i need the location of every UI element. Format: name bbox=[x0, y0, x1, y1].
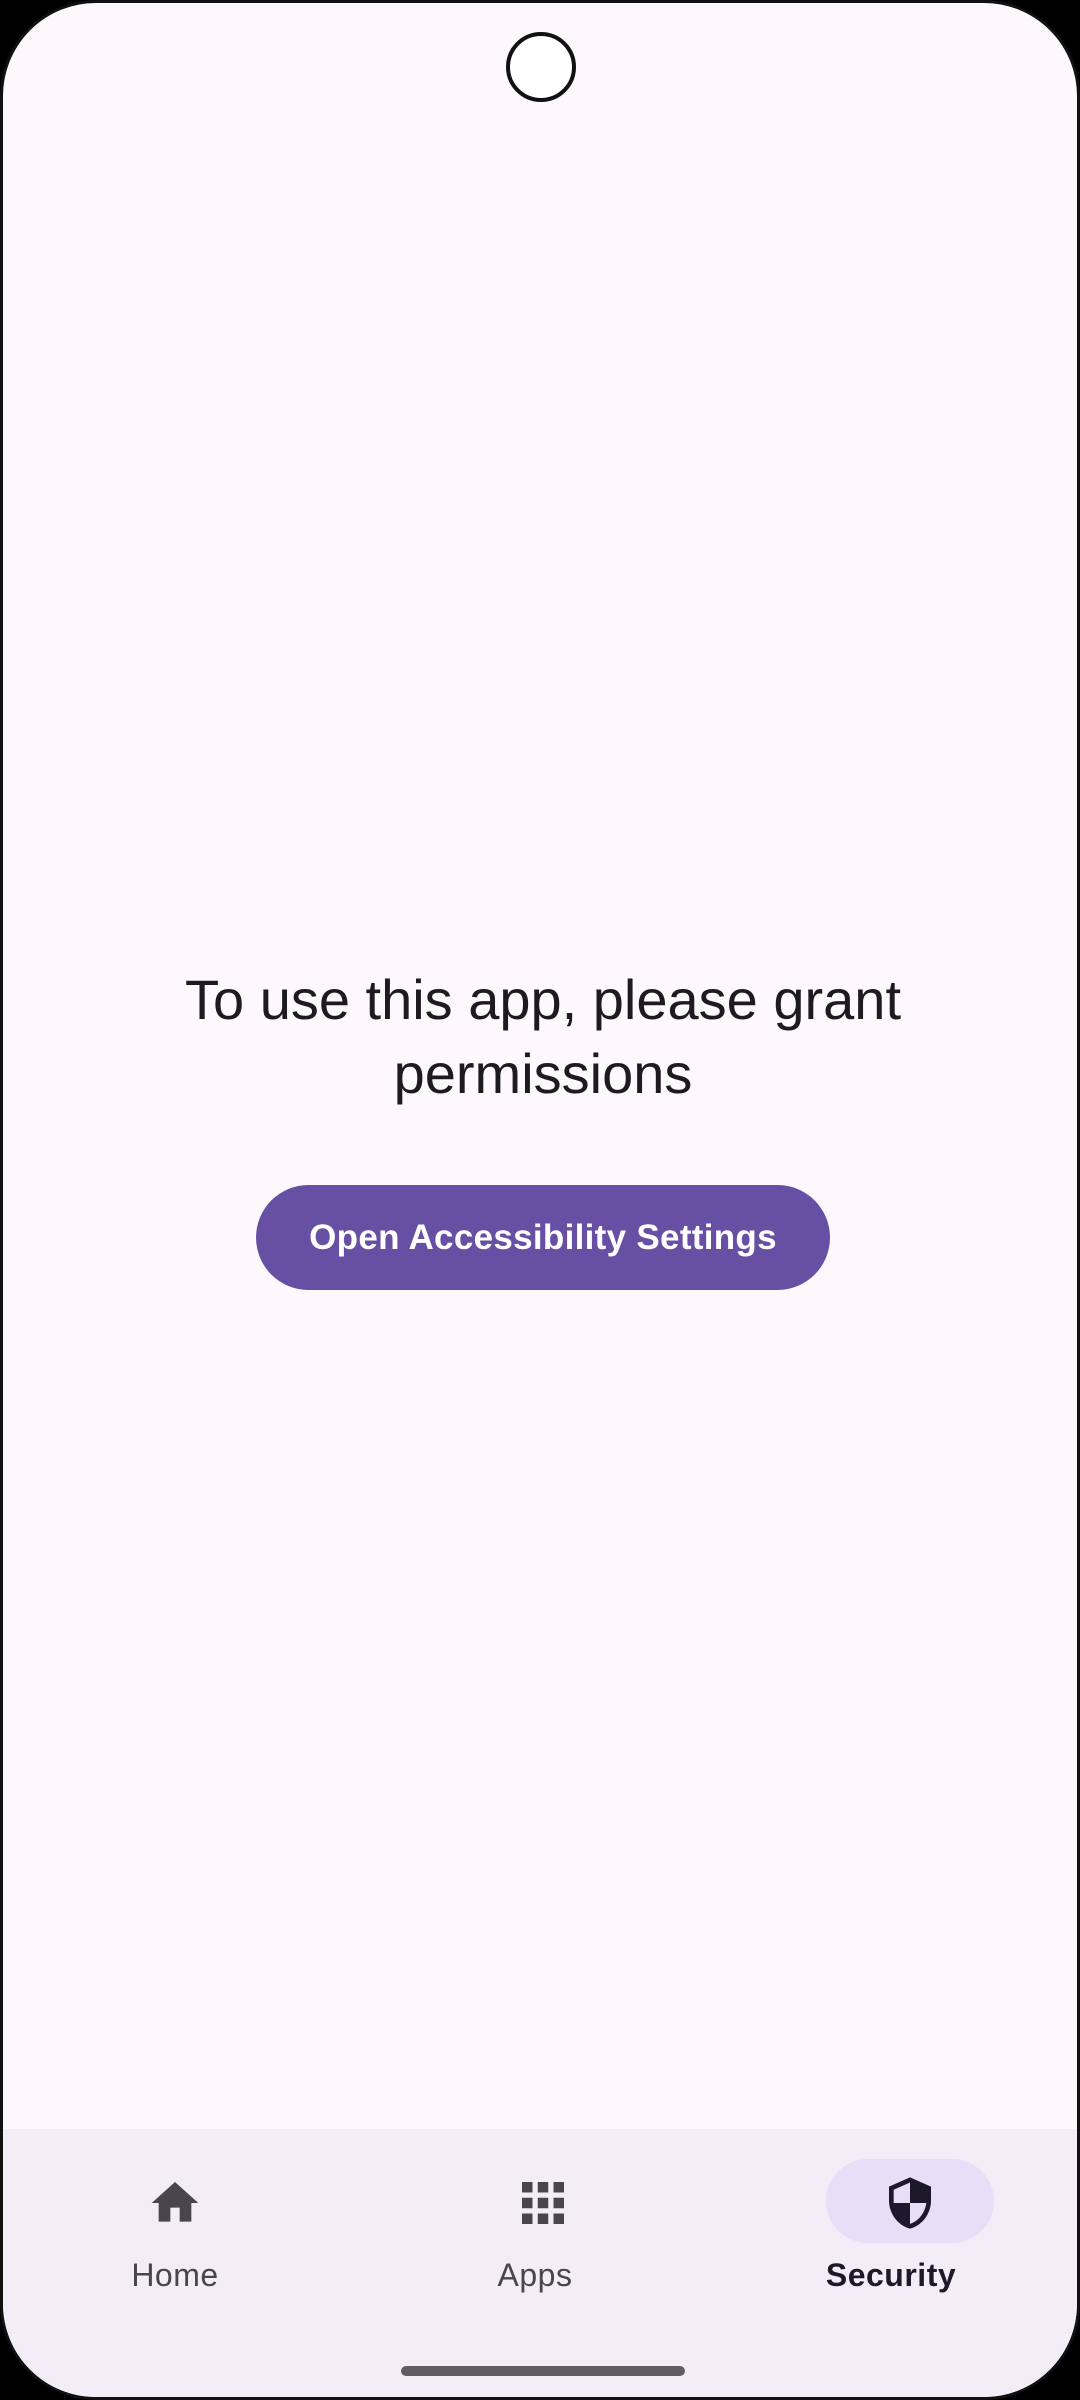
shield-icon bbox=[889, 2177, 931, 2229]
phone-screen: To use this app, please grant permission… bbox=[0, 0, 1080, 2400]
nav-label-security: Security bbox=[825, 2257, 957, 2293]
nav-label-home: Home bbox=[131, 2257, 219, 2293]
apps-grid-icon bbox=[522, 2182, 564, 2224]
nav-label-apps: Apps bbox=[497, 2257, 573, 2293]
gesture-home-indicator[interactable] bbox=[401, 2366, 685, 2376]
nav-item-home[interactable]: Home bbox=[3, 2129, 363, 2329]
nav-item-security[interactable]: Security bbox=[723, 2129, 1077, 2329]
nav-item-apps[interactable]: Apps bbox=[363, 2129, 723, 2329]
open-accessibility-settings-button[interactable]: Open Accessibility Settings bbox=[256, 1185, 830, 1290]
bottom-navigation: Home Apps Security bbox=[3, 2129, 1077, 2397]
permission-message: To use this app, please grant permission… bbox=[184, 968, 902, 1105]
home-icon bbox=[151, 2182, 199, 2222]
main-content: To use this app, please grant permission… bbox=[3, 3, 1077, 2129]
